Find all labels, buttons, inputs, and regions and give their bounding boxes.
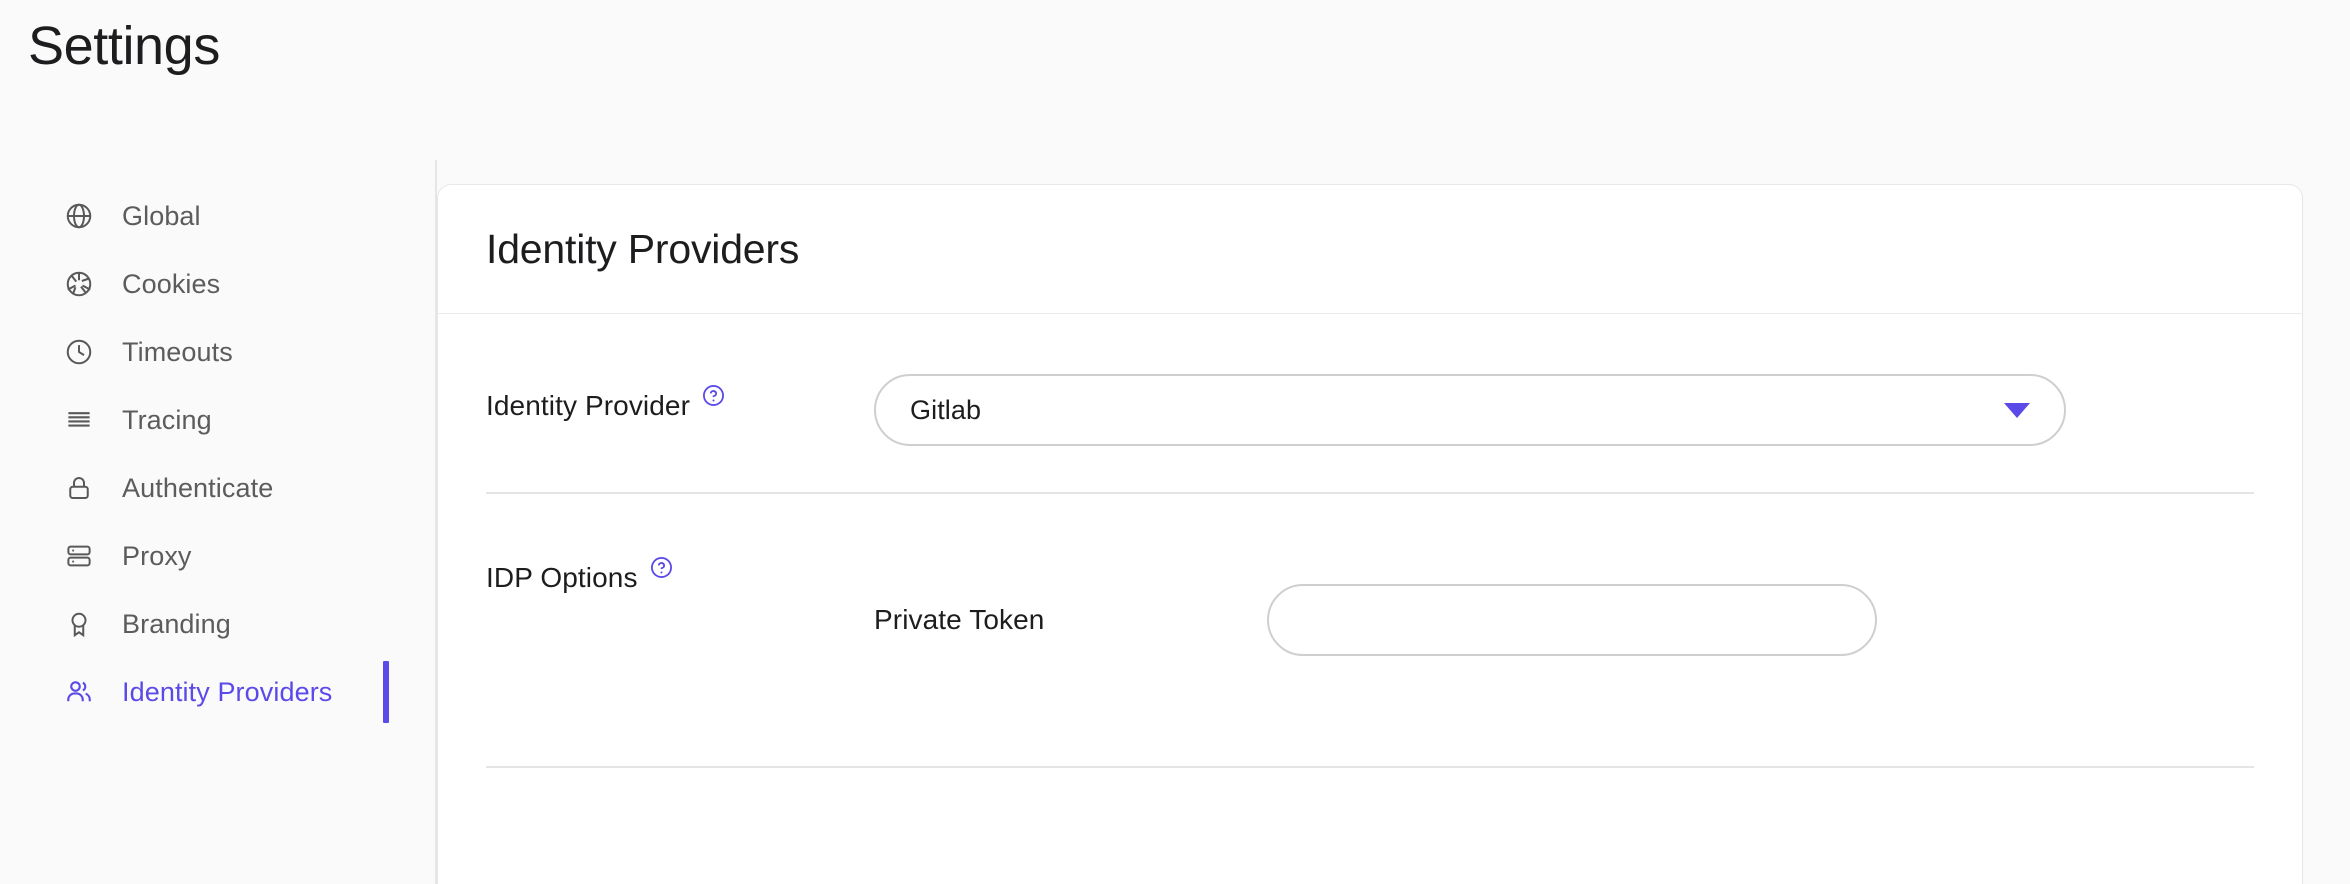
globe-icon — [62, 199, 96, 233]
sidebar-item-label: Authenticate — [122, 472, 274, 503]
sidebar-item-timeouts[interactable]: Timeouts — [0, 318, 435, 386]
identity-provider-label: Identity Provider — [486, 390, 691, 421]
clock-icon — [62, 335, 96, 369]
sidebar-item-label: Branding — [122, 608, 231, 639]
idp-options-label-group: IDP Options — [486, 557, 673, 593]
sidebar-item-branding[interactable]: Branding — [0, 590, 435, 658]
award-icon — [62, 607, 96, 641]
form-row-identity-provider: Identity Provider Gitlab — [486, 314, 2254, 494]
form-control-col: Private Token — [874, 494, 2254, 656]
sidebar-item-tracing[interactable]: Tracing — [0, 386, 435, 454]
form-control-col: Gitlab — [874, 314, 2254, 446]
sidebar-item-label: Timeouts — [122, 336, 233, 367]
active-item-indicator — [383, 661, 389, 723]
identity-provider-label-group: Identity Provider — [486, 385, 725, 421]
help-circle-icon[interactable] — [650, 556, 673, 579]
users-icon — [62, 675, 96, 709]
form-label-col: Identity Provider — [486, 314, 874, 420]
private-token-field: Private Token — [874, 566, 2254, 656]
help-circle-icon[interactable] — [702, 384, 725, 407]
idp-options-label: IDP Options — [486, 562, 638, 593]
page-title: Settings — [28, 16, 220, 76]
identity-provider-select[interactable]: Gitlab — [874, 374, 2066, 446]
sidebar-item-identity-providers[interactable]: Identity Providers — [0, 658, 435, 726]
sidebar-item-proxy[interactable]: Proxy — [0, 522, 435, 590]
identity-provider-select-wrap: Gitlab — [874, 374, 2066, 446]
sidebar-item-authenticate[interactable]: Authenticate — [0, 454, 435, 522]
card-header: Identity Providers — [438, 185, 2302, 314]
private-token-label: Private Token — [874, 604, 1045, 635]
form-row-idp-options: IDP Options Private Token — [486, 494, 2254, 768]
server-icon — [62, 539, 96, 573]
sidebar-item-cookies[interactable]: Cookies — [0, 250, 435, 318]
identity-providers-card: Identity Providers Identity Provider Git… — [437, 184, 2303, 884]
lock-icon — [62, 471, 96, 505]
identity-provider-selected-value: Gitlab — [910, 394, 982, 425]
settings-sidebar: Global Cookies Timeouts Tracing Authenti… — [0, 160, 437, 884]
settings-page: Settings Global Cookies Timeouts Tracing… — [0, 0, 2350, 884]
sidebar-item-label: Global — [122, 200, 201, 231]
sidebar-item-global[interactable]: Global — [0, 182, 435, 250]
sidebar-item-label: Proxy — [122, 540, 192, 571]
card-title: Identity Providers — [486, 225, 800, 272]
sidebar-item-label: Tracing — [122, 404, 212, 435]
chevron-down-icon[interactable] — [2004, 402, 2030, 418]
form-label-col: IDP Options — [486, 494, 874, 592]
aperture-icon — [62, 267, 96, 301]
sidebar-item-label: Identity Providers — [122, 676, 333, 707]
card-body: Identity Provider Gitlab IDP Options Pri… — [438, 314, 2302, 768]
lines-icon — [62, 403, 96, 437]
private-token-input[interactable] — [1267, 584, 1877, 656]
sidebar-item-label: Cookies — [122, 268, 221, 299]
